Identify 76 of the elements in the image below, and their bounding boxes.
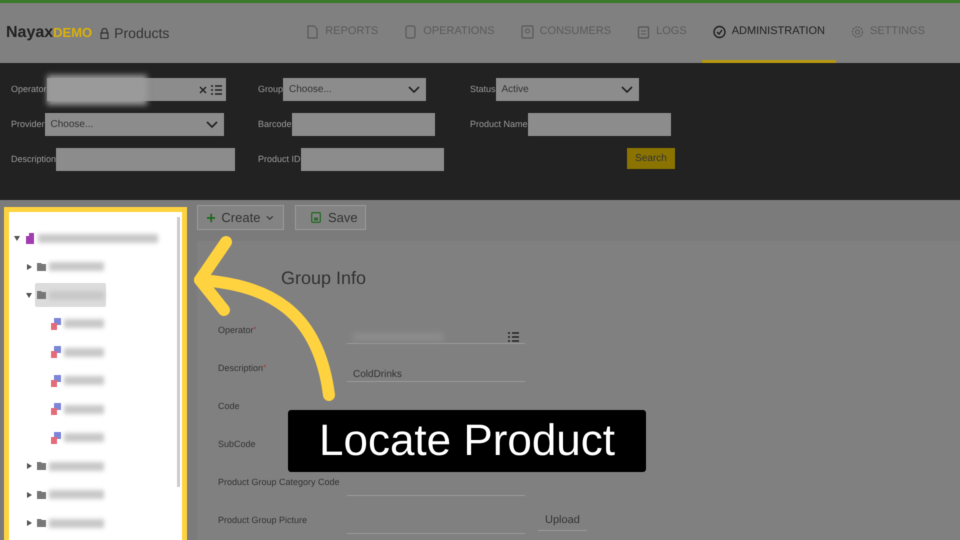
blurred-label (64, 433, 104, 442)
expanded-arrow-icon[interactable] (26, 292, 32, 298)
field-label: Provider (11, 118, 45, 131)
blurred-label (64, 319, 104, 328)
chevron-down-icon (620, 86, 633, 94)
building-icon (25, 232, 35, 244)
blurred-label (49, 462, 104, 471)
blurred-label (64, 348, 104, 357)
id-card-icon (520, 24, 534, 38)
chevron-down-icon (408, 86, 420, 94)
form-heading: Group Info (281, 267, 368, 290)
product-icon (51, 346, 61, 358)
lock-icon (100, 28, 110, 38)
field-label: Code (218, 400, 240, 414)
clear-icon[interactable] (198, 86, 207, 94)
callout-tooltip: Locate Product (288, 410, 646, 472)
expanded-arrow-icon[interactable] (14, 236, 20, 241)
folder-icon (37, 519, 46, 528)
folder-icon (37, 262, 46, 271)
upload-button[interactable]: Upload (538, 511, 587, 531)
tree-item[interactable] (35, 283, 106, 308)
clipboard-icon (637, 24, 650, 38)
required-mark: * (254, 324, 257, 336)
plus-icon (207, 212, 216, 222)
collapsed-arrow-icon[interactable] (26, 520, 32, 526)
field-label: Operator (11, 82, 47, 96)
text-field[interactable] (528, 113, 671, 136)
field-label: Barcode (258, 118, 292, 131)
folder-icon (37, 291, 46, 300)
field-label: Status (470, 82, 496, 96)
chevron-down-icon (206, 120, 218, 128)
text-field[interactable] (56, 148, 236, 171)
folder-icon (37, 490, 46, 499)
document-icon (306, 24, 320, 38)
text-field[interactable]: ColdDrinks (347, 368, 525, 382)
caret-icon (266, 214, 274, 220)
folder-icon (37, 462, 46, 470)
page-title: Products (114, 24, 170, 42)
blurred-label (49, 490, 104, 500)
field-label: SubCode (218, 438, 256, 452)
field-label: Description (218, 362, 264, 376)
text-field[interactable] (300, 148, 444, 171)
text-field[interactable] (347, 330, 525, 344)
collapsed-arrow-icon[interactable] (26, 492, 32, 498)
product-icon (51, 374, 61, 387)
collapsed-arrow-icon[interactable] (26, 463, 32, 470)
blurred-label (49, 262, 104, 272)
field-label: Group (258, 82, 284, 96)
blurred-label (49, 518, 104, 528)
required-mark: * (263, 362, 266, 374)
field-label: Operator (218, 324, 254, 338)
field-label: Product Group Category Code (218, 476, 340, 490)
field-label: Product ID (258, 152, 301, 166)
phone-icon (404, 24, 418, 38)
list-icon[interactable] (508, 332, 519, 342)
product-icon (51, 318, 61, 330)
dropdown[interactable]: Choose... (44, 113, 224, 136)
product-icon (51, 432, 61, 444)
field-label: Product Group Picture (218, 514, 308, 528)
check-circle-icon (712, 24, 726, 38)
list-icon[interactable] (210, 84, 222, 94)
dropdown[interactable]: Choose... (283, 78, 426, 101)
blurred-label (64, 404, 104, 414)
field-label: Product Name (470, 118, 528, 131)
field-label: Description (11, 152, 56, 166)
text-field[interactable] (292, 113, 435, 136)
product-icon (51, 403, 61, 416)
gear-icon (850, 24, 864, 38)
create-button[interactable]: Create (197, 205, 284, 230)
search-button[interactable]: Search (627, 148, 675, 169)
save-icon (311, 212, 321, 223)
logo: NayaxDEMO (6, 23, 92, 43)
blurred-label (64, 376, 104, 386)
collapsed-arrow-icon[interactable] (26, 264, 32, 270)
dropdown[interactable]: Active (496, 78, 639, 101)
save-button[interactable]: Save (295, 205, 366, 230)
